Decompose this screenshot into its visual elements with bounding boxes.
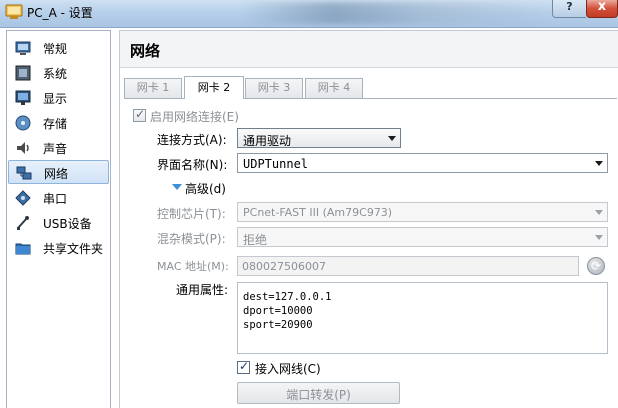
sidebar-item-label: USB设备	[43, 217, 92, 231]
mac-address-field[interactable]: 080027506007	[237, 256, 579, 276]
promiscuous-mode-label: 混杂模式(P):	[157, 232, 226, 246]
cable-connected-label: 接入网线(C)	[255, 362, 321, 376]
regenerate-mac-button[interactable]: ⟳	[587, 257, 605, 275]
adapter-type-value: PCnet-FAST III (Am79C973)	[243, 206, 393, 219]
sidebar-item-label: 共享文件夹	[43, 242, 104, 256]
interface-name-value: UDPTunnel	[243, 157, 309, 171]
generic-property-line: dest=127.0.0.1	[243, 291, 332, 303]
settings-sidebar: 常规 系统 显示 存储 声音 网络 串口 USB设备 共享文件夹	[6, 30, 111, 408]
general-icon	[15, 41, 31, 55]
mac-address-value: 080027506007	[242, 260, 326, 273]
interface-name-label: 界面名称(N):	[157, 158, 228, 172]
mac-address-label: MAC 地址(M):	[157, 260, 229, 273]
enable-adapter-checkbox[interactable]: ✓	[133, 107, 146, 122]
attached-to-value: 通用驱动	[243, 134, 292, 148]
sidebar-item-label: 声音	[43, 142, 68, 156]
audio-icon	[17, 142, 29, 154]
chevron-down-icon	[595, 161, 603, 166]
sidebar-item-label: 网络	[44, 167, 69, 181]
sidebar-item-label: 显示	[43, 92, 68, 106]
chevron-down-icon	[595, 235, 603, 240]
sidebar-item-label: 存储	[43, 117, 68, 131]
interface-name-dropdown[interactable]: UDPTunnel	[237, 153, 608, 173]
chevron-down-icon	[595, 210, 603, 215]
title-bar-background	[240, 2, 550, 24]
close-icon: x	[597, 0, 607, 14]
sidebar-item-audio[interactable]: 声音	[8, 136, 109, 160]
sidebar-item-serial-port[interactable]: 串口	[8, 186, 109, 210]
system-icon	[15, 65, 31, 81]
sidebar-item-label: 系统	[43, 67, 68, 81]
refresh-icon: ⟳	[590, 259, 602, 273]
promiscuous-mode-dropdown[interactable]: 拒绝	[237, 227, 608, 247]
adapter-type-label: 控制芯片(T):	[157, 207, 226, 221]
tab-adapter-2[interactable]: 网卡 2	[184, 76, 244, 99]
attached-to-label: 连接方式(A):	[157, 133, 227, 147]
sidebar-item-storage[interactable]: 存储	[8, 111, 109, 135]
sidebar-item-label: 串口	[43, 192, 68, 206]
shared-folder-icon	[15, 243, 31, 255]
close-button[interactable]: x	[586, 0, 618, 18]
sidebar-item-display[interactable]: 显示	[8, 86, 109, 110]
port-forwarding-label: 端口转发(P)	[286, 388, 351, 402]
tab-adapter-1[interactable]: 网卡 1	[124, 78, 182, 98]
sidebar-item-shared-folders[interactable]: 共享文件夹	[8, 236, 109, 260]
help-icon: ?	[566, 0, 573, 13]
page-title: 网络	[130, 42, 161, 60]
window-title: PC_A - 设置	[27, 6, 93, 20]
generic-property-line: dport=10000	[243, 305, 313, 317]
promiscuous-mode-value: 拒绝	[243, 233, 268, 247]
cable-connected-checkbox[interactable]: ✓	[237, 359, 250, 374]
help-button[interactable]: ?	[552, 0, 586, 18]
usb-icon	[17, 216, 29, 230]
advanced-expander-icon[interactable]	[172, 184, 182, 190]
generic-properties-label: 通用属性:	[176, 283, 229, 297]
sidebar-item-general[interactable]: 常规	[8, 36, 109, 60]
chevron-down-icon	[388, 136, 396, 141]
attached-to-dropdown[interactable]: 通用驱动	[237, 128, 401, 148]
display-icon	[15, 90, 31, 105]
tab-adapter-4[interactable]: 网卡 4	[305, 78, 363, 98]
title-bar: PC_A - 设置 ? x	[0, 0, 618, 28]
sidebar-item-label: 常规	[43, 42, 68, 56]
generic-properties-textarea[interactable]: dest=127.0.0.1 dport=10000 sport=20900	[237, 282, 608, 354]
generic-property-line: sport=20900	[243, 319, 313, 331]
enable-adapter-label: 启用网络连接(E)	[150, 110, 239, 124]
sidebar-item-network[interactable]: 网络	[8, 160, 109, 184]
network-settings-panel: 网络 网卡 1 网卡 2 网卡 3 网卡 4 ✓ 启用网络连接(E) 连接方式(…	[119, 30, 618, 408]
window-app-icon	[5, 4, 23, 19]
storage-icon	[15, 115, 31, 131]
sidebar-item-usb[interactable]: USB设备	[8, 211, 109, 235]
network-icon	[16, 166, 32, 180]
adapter-type-dropdown[interactable]: PCnet-FAST III (Am79C973)	[237, 202, 608, 222]
panel-header: 网络	[120, 31, 618, 68]
advanced-section-toggle[interactable]: 高级(d)	[185, 180, 226, 197]
serial-port-icon	[15, 190, 31, 206]
sidebar-item-system[interactable]: 系统	[8, 61, 109, 85]
tab-adapter-3[interactable]: 网卡 3	[245, 78, 303, 98]
port-forwarding-button[interactable]: 端口转发(P)	[237, 382, 400, 404]
